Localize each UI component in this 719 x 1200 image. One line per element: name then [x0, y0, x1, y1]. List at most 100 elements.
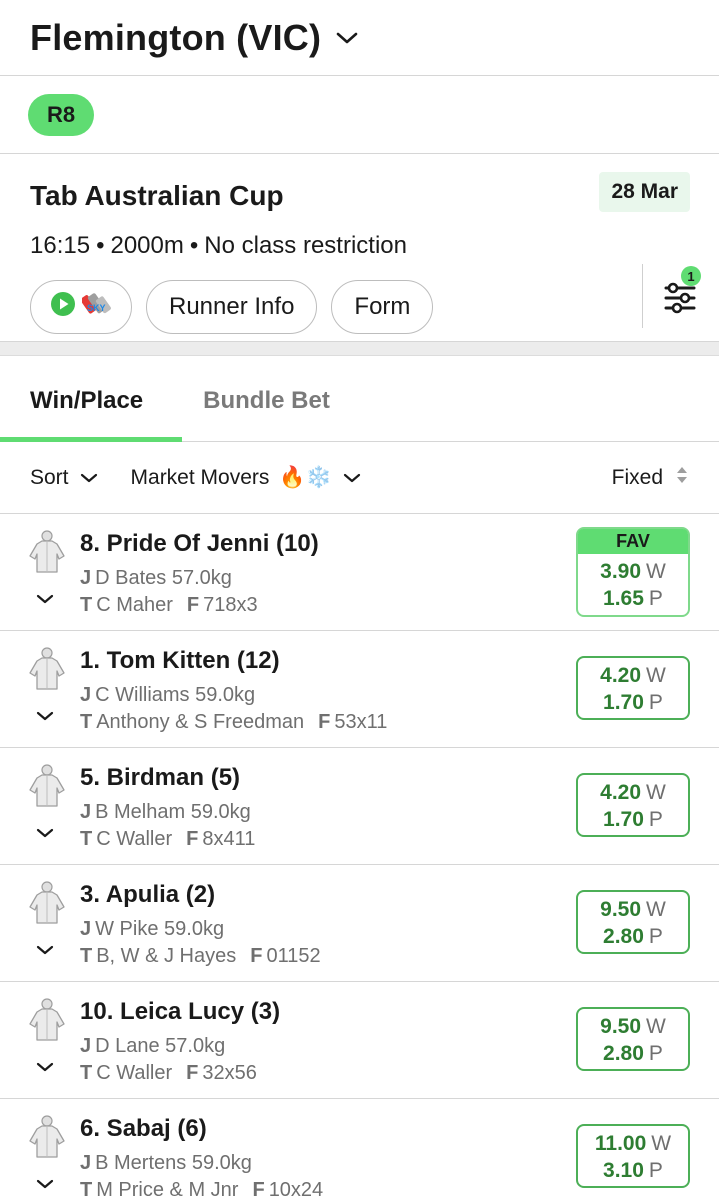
price-type-sort[interactable]: Fixed [612, 465, 689, 491]
form-value: 718x3 [203, 594, 258, 616]
runner-trainer-form: TC Waller F 32x56 [80, 1062, 257, 1085]
runner-jockey: JC Williams 59.0kg [80, 684, 255, 707]
odds-values: 9.50 W 2.80 P [578, 1009, 688, 1067]
form-button[interactable]: Form [331, 280, 434, 334]
expand-runner-chevron-icon[interactable] [35, 1177, 55, 1191]
odds-values: 9.50 W 2.80 P [578, 892, 688, 950]
jockey-label: J [80, 918, 92, 940]
win-odds-value: 9.50 [600, 898, 642, 921]
sort-dropdown[interactable]: Sort [30, 466, 99, 490]
runner-row[interactable]: 10. Leica Lucy (3) JD Lane 57.0kg TC Wal… [0, 982, 719, 1099]
jockey-silk-icon [28, 998, 66, 1042]
form-value: 32x56 [202, 1062, 257, 1084]
expand-runner-chevron-icon[interactable] [35, 943, 55, 957]
runner-trainer-form: TM Price & M Jnr F 10x24 [80, 1179, 323, 1200]
trainer-label: T [80, 1062, 93, 1084]
form-label: F [186, 828, 199, 850]
trainer-value: B, W & J Hayes [96, 945, 237, 967]
place-unit: P [648, 691, 663, 714]
runner-info-button[interactable]: Runner Info [146, 280, 318, 334]
market-movers-dropdown[interactable]: Market Movers 🔥❄️ [131, 466, 362, 490]
place-unit: P [648, 925, 663, 948]
jockey-silk-icon [28, 764, 66, 808]
form-label: F [318, 711, 331, 733]
place-unit: P [648, 587, 663, 610]
odds-button[interactable]: 4.20 W 1.70 P [576, 656, 690, 720]
jockey-silk-icon [28, 530, 66, 574]
chevron-down-icon[interactable] [335, 30, 359, 46]
jockey-value: B Melham 59.0kg [95, 801, 251, 823]
active-tab-indicator [0, 437, 182, 442]
runner-trainer-form: T Anthony & S Freedman F 53x11 [80, 711, 387, 734]
runner-jockey: JD Lane 57.0kg [80, 1035, 225, 1058]
win-odds: 3.90 W [578, 558, 688, 585]
form-value: 10x24 [268, 1179, 324, 1200]
jockey-label: J [80, 801, 92, 823]
sky-racing-icon: SKY [80, 291, 112, 324]
odds-button[interactable]: FAV 3.90 W 1.65 P [576, 527, 690, 617]
form-label: F [252, 1179, 265, 1200]
odds-button[interactable]: 11.00 W 3.10 P [576, 1124, 690, 1188]
race-number-pill[interactable]: R8 [28, 93, 95, 136]
win-unit: W [646, 781, 666, 804]
bet-type-tabs: Win/Place Bundle Bet [0, 356, 719, 442]
runner-row[interactable]: 6. Sabaj (6) JB Mertens 59.0kg TM Price … [0, 1099, 719, 1200]
trainer-label: T [80, 945, 93, 967]
race-selector: R8 [0, 76, 719, 154]
win-odds: 4.20 W [578, 662, 688, 689]
sort-arrows-icon [675, 465, 689, 491]
svg-text:SKY: SKY [87, 303, 106, 313]
race-distance: 2000m [110, 232, 184, 259]
form-value: 53x11 [334, 711, 388, 733]
win-odds-value: 9.50 [600, 1015, 642, 1038]
odds-button[interactable]: 4.20 W 1.70 P [576, 773, 690, 837]
filter-count-badge: 1 [681, 266, 701, 286]
expand-runner-chevron-icon[interactable] [35, 1060, 55, 1074]
place-odds-value: 2.80 [603, 925, 644, 948]
live-stream-button[interactable]: SKY [30, 280, 132, 334]
runner-jockey: JW Pike 59.0kg [80, 918, 224, 941]
tab-bundle-bet[interactable]: Bundle Bet [173, 387, 360, 441]
win-unit: W [651, 1132, 672, 1155]
separator-dot: • [189, 232, 199, 259]
expand-runner-chevron-icon[interactable] [35, 826, 55, 840]
runner-row[interactable]: 1. Tom Kitten (12) JC Williams 59.0kg TA… [0, 631, 719, 748]
trainer-label: T [80, 711, 93, 733]
expand-runner-chevron-icon[interactable] [35, 592, 55, 606]
runner-row[interactable]: 3. Apulia (2) JW Pike 59.0kg T B, W & J H… [0, 865, 719, 982]
place-odds: 1.65 P [578, 585, 688, 612]
tab-win-place[interactable]: Win/Place [0, 387, 173, 441]
runner-row[interactable]: 8. Pride Of Jenni (10) JD Bates 57.0kg T… [0, 514, 719, 631]
win-unit: W [646, 1015, 666, 1038]
place-odds-value: 2.80 [603, 1042, 644, 1065]
race-actions: SKY Runner Info Form [30, 280, 689, 334]
runner-trainer-form: T B, W & J Hayes F 01152 [80, 945, 321, 968]
play-icon [50, 291, 76, 324]
jockey-silk-icon [28, 1115, 66, 1159]
place-odds: 2.80 P [578, 1040, 688, 1067]
trainer-label: T [80, 1179, 93, 1200]
runner-name: 10. Leica Lucy (3) [80, 998, 281, 1025]
win-unit: W [646, 664, 666, 687]
trainer-value: C Waller [96, 828, 173, 850]
jockey-label: J [80, 684, 92, 706]
place-unit: P [648, 808, 663, 831]
odds-values: 4.20 W 1.70 P [578, 658, 688, 716]
form-value: 8x411 [202, 828, 256, 850]
jockey-value: W Pike 59.0kg [95, 918, 225, 940]
trainer-value: C Waller [96, 1062, 173, 1084]
jockey-value: D Bates 57.0kg [95, 567, 232, 589]
odds-button[interactable]: 9.50 W 2.80 P [576, 890, 690, 954]
win-unit: W [646, 560, 666, 583]
race-date-badge: 28 Mar [599, 172, 690, 212]
venue-header[interactable]: Flemington (VIC) [0, 0, 719, 76]
favourite-badge: FAV [578, 529, 688, 554]
runner-row[interactable]: 5. Birdman (5) JB Melham 59.0kg TC Walle… [0, 748, 719, 865]
expand-runner-chevron-icon[interactable] [35, 709, 55, 723]
trainer-value: C Maher [96, 594, 173, 616]
filter-bar: Sort Market Movers 🔥❄️ Fixed [0, 442, 719, 514]
runner-trainer-form: TC Waller F 8x411 [80, 828, 255, 851]
runner-name: 5. Birdman (5) [80, 764, 241, 791]
odds-button[interactable]: 9.50 W 2.80 P [576, 1007, 690, 1071]
divider [642, 264, 643, 328]
